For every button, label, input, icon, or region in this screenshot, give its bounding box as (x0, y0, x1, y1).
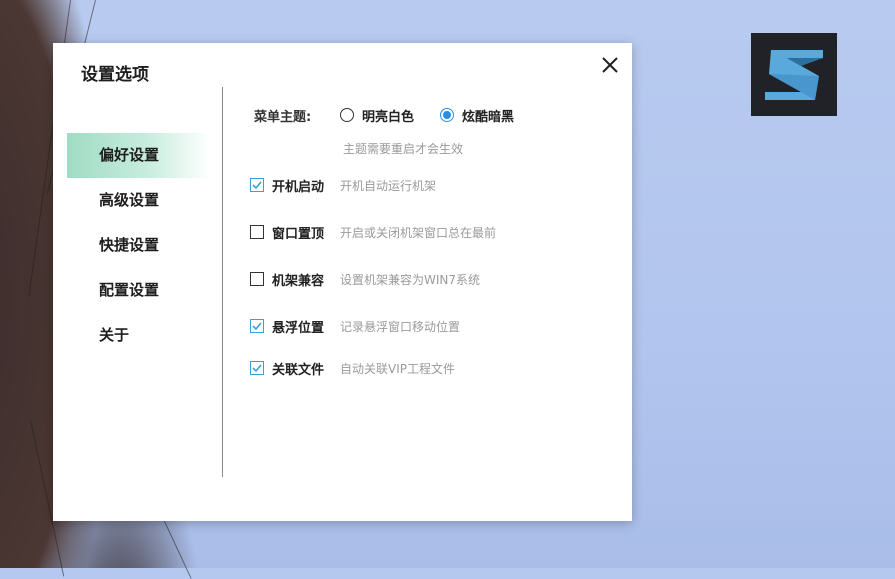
radio-checked-icon[interactable] (440, 108, 454, 122)
dialog-title: 设置选项 (81, 65, 149, 85)
option-label[interactable]: 关联文件 (272, 359, 340, 378)
radio-unchecked-icon[interactable] (340, 108, 354, 122)
check-icon (252, 181, 262, 190)
check-icon (252, 322, 262, 331)
checkbox-autostart[interactable] (250, 178, 264, 192)
theme-option-dark[interactable]: 炫酷暗黑 (440, 105, 514, 125)
option-label[interactable]: 开机启动 (272, 176, 340, 195)
check-icon (252, 364, 262, 373)
option-autostart: 开机启动 开机自动运行机架 (250, 175, 436, 195)
checkbox-always-on-top[interactable] (250, 225, 264, 239)
close-icon (602, 57, 618, 73)
option-desc: 开机自动运行机架 (340, 178, 437, 193)
sidebar-item-shortcuts[interactable]: 快捷设置 (67, 223, 211, 268)
app-logo[interactable] (751, 33, 837, 116)
checkbox-float-position[interactable] (250, 319, 264, 333)
option-float-position: 悬浮位置 记录悬浮窗口移动位置 (250, 316, 460, 336)
theme-option-label: 明亮白色 (362, 109, 415, 125)
theme-label: 菜单主题: (254, 110, 312, 125)
option-desc: 自动关联VIP工程文件 (340, 361, 455, 376)
sidebar-item-about[interactable]: 关于 (67, 313, 211, 358)
option-compat: 机架兼容 设置机架兼容为WIN7系统 (250, 269, 480, 289)
checkbox-compat[interactable] (250, 272, 264, 286)
theme-option-label: 炫酷暗黑 (462, 109, 515, 125)
sidebar-item-preferences[interactable]: 偏好设置 (67, 133, 211, 178)
settings-dialog: 设置选项 偏好设置 高级设置 快捷设置 配置设置 关于 菜单主题: 明亮白色 炫… (53, 43, 632, 521)
checkbox-file-assoc[interactable] (250, 361, 264, 375)
sidebar-divider (222, 87, 223, 477)
sidebar-item-advanced[interactable]: 高级设置 (67, 178, 211, 223)
option-label[interactable]: 机架兼容 (272, 270, 340, 289)
sidebar-item-config[interactable]: 配置设置 (67, 268, 211, 313)
option-desc: 设置机架兼容为WIN7系统 (340, 272, 481, 287)
theme-hint: 主题需要重启才会生效 (343, 142, 464, 156)
option-label[interactable]: 悬浮位置 (272, 317, 340, 336)
option-always-on-top: 窗口置顶 开启或关闭机架窗口总在最前 (250, 222, 496, 242)
option-desc: 记录悬浮窗口移动位置 (340, 319, 461, 334)
s-logo-icon (765, 49, 823, 100)
theme-option-light[interactable]: 明亮白色 (340, 105, 414, 125)
option-label[interactable]: 窗口置顶 (272, 223, 340, 242)
option-desc: 开启或关闭机架窗口总在最前 (340, 225, 497, 240)
close-button[interactable] (599, 54, 621, 76)
option-file-assoc: 关联文件 自动关联VIP工程文件 (250, 358, 455, 378)
